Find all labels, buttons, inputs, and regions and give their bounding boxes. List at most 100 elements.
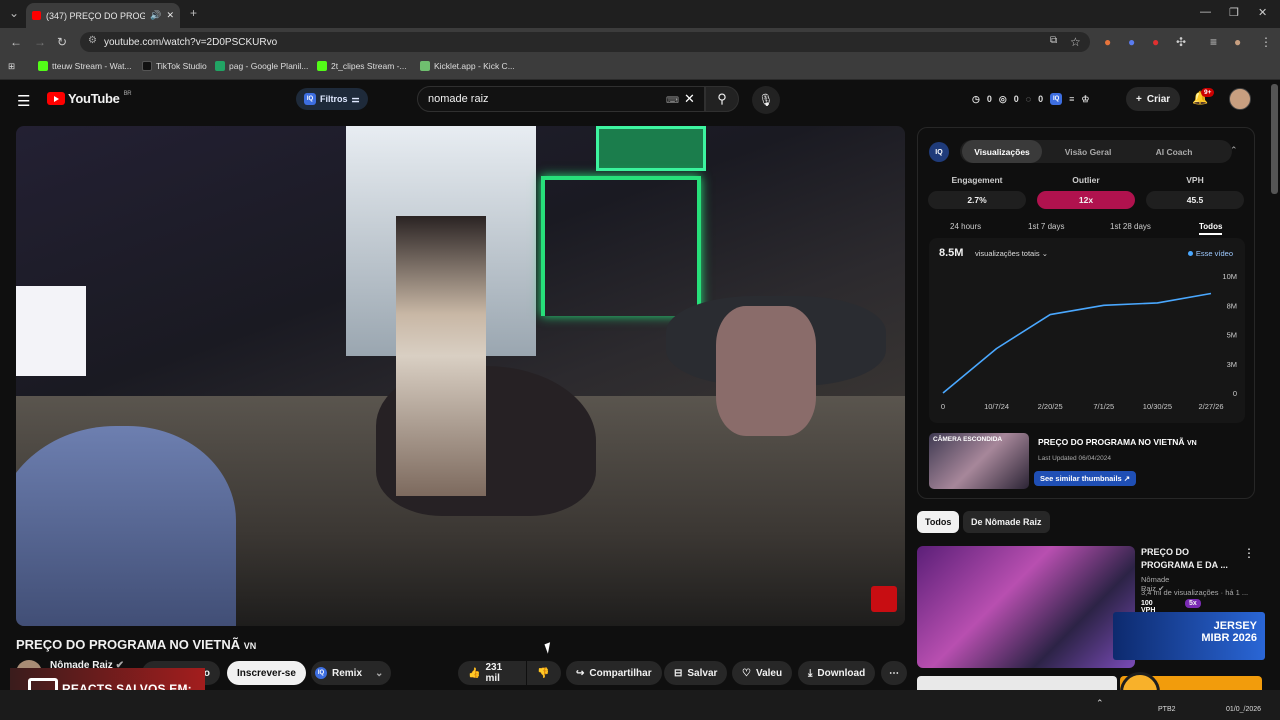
like-button[interactable]: 👍 231 mil [458,661,526,685]
thanks-label: Valeu [755,667,783,679]
extensions-puzzle-icon[interactable]: ✣ [1176,35,1186,49]
tab-title: (347) PREÇO DO PROGRAMA [46,10,146,21]
bookmark-item[interactable]: pag - Google Planil... [215,61,308,71]
y-tick-label: 10M [1222,272,1237,281]
voice-search-button[interactable]: 🎙 [752,86,780,114]
comment-icon: ◌ [1025,94,1032,104]
similar-thumbnail[interactable]: CÂMERA ESCONDIDA [929,433,1029,489]
create-label: Criar [1146,93,1171,105]
search-button[interactable]: ⚲ [705,86,739,112]
chip-todos[interactable]: Todos [917,511,960,533]
more-actions-button[interactable]: ⋯ [881,661,907,685]
filters-button[interactable]: IQ Filtros ⚌ [296,88,368,110]
save-label: Salvar [687,667,718,679]
search-value: nomade raiz [428,93,489,105]
series-line [942,292,1212,394]
reload-icon[interactable]: ↻ [57,35,67,49]
minimize-button[interactable]: — [1200,6,1211,18]
iq-icon: IQ [315,667,327,679]
panel-tabs: Visualizações Visão Geral AI Coach [960,140,1232,163]
see-similar-button[interactable]: See similar thumbnails ↗ [1034,471,1137,486]
tab-visualizacoes[interactable]: Visualizações [962,140,1042,163]
metric-label: Outlier [1072,175,1100,185]
close-tab-icon[interactable]: ✕ [166,10,174,21]
profile-icon[interactable]: ● [1234,35,1241,49]
share-button[interactable]: ↪ Compartilhar [566,661,662,685]
heart-dollar-icon: ♡ [742,667,751,679]
extension-iq-icon[interactable]: ● [1128,35,1135,49]
more-icon[interactable]: ⋮ [1243,546,1255,560]
maximize-button[interactable]: ❐ [1229,6,1239,19]
close-window-button[interactable]: ✕ [1258,6,1267,19]
list-icon[interactable]: ≡ [1069,94,1074,104]
recommendation-thumbnail[interactable] [917,546,1135,668]
iq-logo: IQ [929,142,949,162]
tray-chevron-icon[interactable]: ⌃ [1096,698,1104,709]
video-title: PREÇO DO PROGRAMA NO VIETNÃ VN [16,637,256,652]
browser-tab-strip: ⌄ (347) PREÇO DO PROGRAMA 🔊 ✕ + — ❐ ✕ [0,0,1280,28]
audio-icon[interactable]: 🔊 [150,10,161,21]
x-tick-label: 0 [941,402,945,411]
bookmark-icon: ⊟ [674,667,683,679]
chevron-down-icon[interactable]: ⌄ [375,668,383,679]
video-frame-screen [16,286,86,376]
trophy-icon[interactable]: ♔ [1081,94,1089,105]
bookmark-item[interactable]: TikTok Studio [142,61,207,71]
keyboard-icon[interactable]: ⌨ [666,95,679,106]
thanks-button[interactable]: ♡ Valeu [732,661,793,685]
tab-search-icon[interactable]: ⌄ [9,6,19,20]
subscribe-button[interactable]: Inscrever-se [227,661,306,685]
page-scrollbar[interactable] [1271,84,1278,194]
account-avatar[interactable] [1229,88,1251,110]
collapse-icon[interactable]: ⌃ [1230,145,1238,156]
keyboard-layout[interactable]: PTB2 [1158,706,1176,713]
system-date[interactable]: 01/0_/2026 [1226,706,1261,713]
range-24h[interactable]: 24 hours [950,222,981,231]
media-controls-icon[interactable]: ≡ [1210,35,1217,49]
save-button[interactable]: ⊟ Salvar [664,661,728,685]
bookmark-star-icon[interactable]: ☆ [1070,35,1081,49]
url-field[interactable]: ⚙ youtube.com/watch?v=2D0PSCKURvo [80,32,1090,52]
download-button[interactable]: ⤓ Download [798,661,876,685]
remix-label: Remix [332,667,363,679]
video-player[interactable] [16,126,905,626]
hamburger-menu-icon[interactable]: ☰ [17,92,30,110]
chrome-menu-icon[interactable]: ⋮ [1260,35,1272,49]
like-count: 231 mil [485,662,503,684]
similar-title-text: PREÇO DO PROGRAMA NO VIETNÃ [1038,437,1185,447]
region-code: BR [123,91,132,97]
outlier-badge: 5x [1185,599,1201,608]
range-7d[interactable]: 1st 7 days [1028,222,1064,231]
extension-red-icon[interactable]: ● [1152,35,1159,49]
recommendation-views: 3,4 mi de visualizações · há 1 ... [1141,588,1249,597]
install-icon[interactable]: ⧉ [1050,35,1057,46]
clock-icon: ◷ [972,93,980,104]
youtube-logo[interactable]: YouTube BR [47,91,132,106]
tab-visao-geral[interactable]: Visão Geral [1048,140,1128,163]
extension-icon[interactable]: ● [1104,35,1111,49]
clear-search-icon[interactable]: ✕ [684,91,695,107]
search-input[interactable]: nomade raiz ⌨ ✕ [417,86,705,112]
browser-tab[interactable]: (347) PREÇO DO PROGRAMA 🔊 ✕ [26,3,180,28]
tab-ai-coach[interactable]: AI Coach [1134,140,1214,163]
chip-channel[interactable]: De Nômade Raiz [963,511,1050,533]
site-info-icon[interactable]: ⚙ [88,35,97,46]
apps-grid-icon[interactable]: ⊞ [8,61,15,72]
create-button[interactable]: + Criar [1126,87,1181,111]
dislike-button[interactable]: 👎 [527,661,561,685]
mouse-cursor-icon [544,642,554,654]
bookmark-item[interactable]: tteuw Stream - Wat... [38,61,132,71]
analytics-panel: IQ Visualizações Visão Geral AI Coach ⌃ … [917,127,1255,499]
bookmark-item[interactable]: Kicklet.app - Kick C... [420,61,515,71]
range-28d[interactable]: 1st 28 days [1110,222,1151,231]
remix-button[interactable]: IQ Remix ⌄ [311,661,392,685]
forward-icon[interactable]: → [34,35,46,49]
range-all[interactable]: Todos [1199,222,1223,235]
new-tab-button[interactable]: + [190,6,197,20]
views-line-chart: 0 3M 5M 8M 10M 0 10/7/24 2/20/25 7/1/25 10/30/25 2… [941,272,1237,411]
bookmark-item[interactable]: 2t_clipes Stream -... [317,61,407,71]
recommendation-title[interactable]: PREÇO DO PROGRAMA E DA ... [1141,546,1231,572]
channel-watermark[interactable] [871,586,897,612]
back-icon[interactable]: ← [10,35,22,49]
iq-icon[interactable]: IQ [1050,93,1063,105]
